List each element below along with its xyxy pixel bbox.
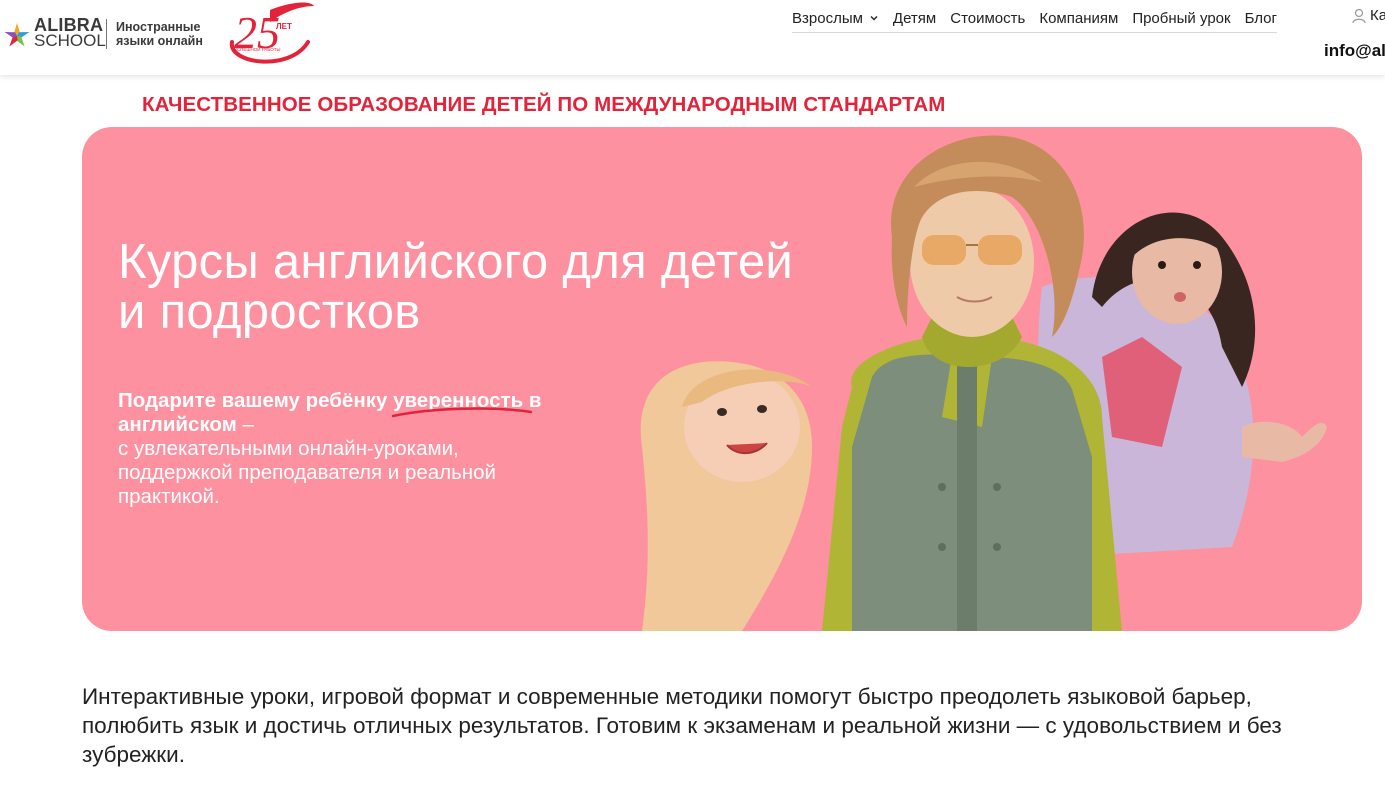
hero-banner: Курсы английского для детей и подростков… — [82, 127, 1362, 631]
tagline: Иностранные языки онлайн — [116, 20, 203, 48]
anniversary-label: ЛЕТ — [276, 22, 292, 31]
chevron-down-icon — [870, 16, 878, 21]
hero-description: Подарите вашему ребёнку уверенность в ан… — [118, 389, 558, 509]
boy-center-figure — [822, 135, 1122, 631]
intro-paragraph: Интерактивные уроки, игровой формат и со… — [82, 684, 1282, 767]
hero-rest: с увлекательными онлайн-уроками, поддерж… — [118, 437, 496, 508]
logo-school: SCHOOL — [34, 31, 106, 50]
hero-lead-part1: Подарите вашему ребёнку — [118, 389, 394, 412]
nav-item-label: Пробный урок — [1132, 9, 1231, 27]
nav-item-blog[interactable]: Блог — [1245, 10, 1277, 27]
nav-item-pricing[interactable]: Стоимость — [950, 10, 1025, 27]
nav-item-label: Детям — [892, 9, 937, 27]
nav-item-label: Взрослым — [792, 9, 863, 27]
girl-left-figure — [640, 361, 812, 631]
account-link[interactable]: Ка — [1352, 7, 1385, 24]
anniversary-caption: УСПЕШНОЙ РАБОТЫ — [234, 45, 281, 52]
main-nav: Взрослым Детям Стоимость Компаниям Пробн… — [792, 6, 1277, 33]
hero-kids-photo — [640, 135, 1327, 631]
logo-divider — [106, 19, 107, 49]
section-eyebrow: КАЧЕСТВЕННОЕ ОБРАЗОВАНИЕ ДЕТЕЙ ПО МЕЖДУН… — [142, 93, 946, 116]
hero-lead-highlight: уверенность — [391, 389, 533, 418]
hero-dash: – — [236, 413, 254, 436]
email-link[interactable]: info@al — [1324, 41, 1385, 61]
nav-item-trial-lesson[interactable]: Пробный урок — [1132, 10, 1230, 27]
nav-item-companies[interactable]: Компаниям — [1039, 10, 1118, 27]
account-label: Ка — [1370, 7, 1385, 24]
user-icon — [1352, 8, 1366, 23]
underline-swoosh — [391, 407, 533, 418]
anniversary-badge: 25 ЛЕТ УСПЕШНОЙ РАБОТЫ — [229, 2, 314, 64]
nav-item-label: Компаниям — [1039, 9, 1119, 27]
alibra-logo[interactable]: ALIBRA SCHOOL — [2, 16, 106, 51]
nav-item-kids[interactable]: Детям — [893, 10, 936, 27]
nav-item-label: Стоимость — [950, 9, 1026, 27]
nav-item-label: Блог — [1244, 9, 1277, 27]
logo-star-icon — [4, 23, 30, 47]
site-header: ALIBRA SCHOOL Иностранные языки онлайн 2… — [0, 0, 1385, 75]
nav-item-adults[interactable]: Взрослым — [792, 10, 879, 27]
